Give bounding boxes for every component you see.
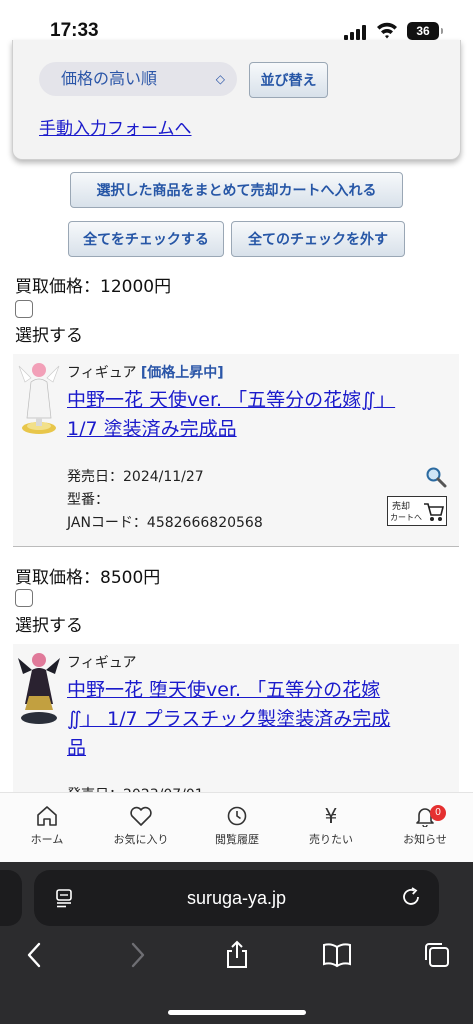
battery-icon: 36 <box>407 22 443 40</box>
tab-sell-label: 売りたい <box>309 833 353 846</box>
tab-history[interactable]: 閲覧履歴 <box>192 805 282 847</box>
tab-notifications[interactable]: お知らせ 0 <box>380 805 470 847</box>
notification-count-badge: 0 <box>430 805 446 821</box>
history-icon <box>227 806 247 826</box>
sort-button[interactable]: 並び替え <box>249 62 328 98</box>
tab-sell[interactable]: ¥ 売りたい <box>286 805 376 847</box>
bookmarks-icon[interactable] <box>322 940 352 970</box>
tab-favorites-label: お気に入り <box>113 833 169 846</box>
price-rising-badge: [価格上昇中] <box>140 365 224 381</box>
search-icon[interactable] <box>425 466 447 488</box>
category-label: フィギュア <box>67 365 137 381</box>
list-item: 買取価格：8500円 選択する フィギュア 中野一花 堕天使ver. 「五等分の… <box>0 561 473 792</box>
tabs-icon[interactable] <box>422 940 452 970</box>
product-category: フィギュア <box>67 652 136 672</box>
browser-toolbar: suruga-ya.jp <box>0 862 473 1024</box>
check-all-button[interactable]: 全てをチェックする <box>68 221 224 257</box>
select-checkbox[interactable] <box>15 589 33 607</box>
tab-favorites[interactable]: お気に入り <box>96 805 186 847</box>
buyback-price: 買取価格：8500円 <box>15 568 161 588</box>
model-number: 型番： <box>67 492 109 508</box>
sell-cart-icon[interactable]: 売却 カートへ <box>387 496 447 526</box>
divider <box>13 546 459 547</box>
product-title-link[interactable]: 中野一花 堕天使ver. 「五等分の花嫁∬」 1/7 プラスチック製塗装済み完成… <box>67 676 397 763</box>
address-bar[interactable]: suruga-ya.jp <box>34 870 439 926</box>
uncheck-all-button[interactable]: 全てのチェックを外す <box>231 221 405 257</box>
sort-panel: 価格の高い順 ◇ 並び替え 手動入力フォームへ <box>12 40 461 160</box>
yen-icon: ¥ <box>324 804 338 828</box>
reload-icon[interactable] <box>400 886 422 908</box>
sort-order-value: 価格の高い順 <box>61 69 158 88</box>
buyback-price: 買取価格：12000円 <box>15 277 172 297</box>
select-label: 選択する <box>15 616 83 636</box>
status-time: 17:33 <box>50 20 99 41</box>
category-label: フィギュア <box>67 655 137 671</box>
product-thumbnail[interactable] <box>17 648 61 728</box>
release-date: 発売日：2024/11/27 <box>67 469 204 485</box>
sort-order-select[interactable]: 価格の高い順 ◇ <box>39 62 237 96</box>
select-label: 選択する <box>15 326 83 346</box>
previous-tab-preview[interactable] <box>0 870 22 926</box>
home-indicator <box>168 1010 306 1015</box>
cellular-signal-icon <box>344 24 370 40</box>
home-icon <box>37 806 57 826</box>
sell-cart-text-2: カートへ <box>390 513 422 522</box>
product-title-link[interactable]: 中野一花 天使ver. 「五等分の花嫁∬」 1/7 塗装済み完成品 <box>67 386 397 444</box>
product-category: フィギュア [価格上昇中] <box>67 362 224 382</box>
add-selected-to-cart-button[interactable]: 選択した商品をまとめて売却カートへ入れる <box>70 172 403 208</box>
select-checkbox[interactable] <box>15 300 33 318</box>
url-text: suruga-ya.jp <box>186 888 287 908</box>
tab-home[interactable]: ホーム <box>2 805 92 847</box>
manual-input-form-link[interactable]: 手動入力フォームへ <box>39 114 192 139</box>
product-thumbnail[interactable] <box>17 358 61 438</box>
sell-cart-text-1: 売却 <box>392 500 410 512</box>
bottom-tab-bar: ホーム お気に入り 閲覧履歴 ¥ 売りたい お知らせ 0 <box>0 792 473 862</box>
list-item: 買取価格：12000円 選択する フィギュア [価格上昇中] 中野一花 天使ve… <box>0 270 473 550</box>
product-card: フィギュア 中野一花 堕天使ver. 「五等分の花嫁∬」 1/7 プラスチック製… <box>13 644 459 792</box>
forward-icon[interactable] <box>122 940 152 970</box>
release-date: 発売日：2023/07/01 <box>67 784 204 792</box>
tab-home-label: ホーム <box>30 833 64 846</box>
heart-icon <box>130 806 152 826</box>
chevron-up-down-icon: ◇ <box>215 72 225 86</box>
share-icon[interactable] <box>222 940 252 970</box>
jan-code: JANコード：4582666820568 <box>67 515 263 531</box>
tab-notifications-label: お知らせ <box>403 833 447 846</box>
tab-history-label: 閲覧履歴 <box>215 833 259 846</box>
wifi-icon <box>377 22 397 39</box>
product-card: フィギュア [価格上昇中] 中野一花 天使ver. 「五等分の花嫁∬」 1/7 … <box>13 354 459 546</box>
back-icon[interactable] <box>20 940 50 970</box>
